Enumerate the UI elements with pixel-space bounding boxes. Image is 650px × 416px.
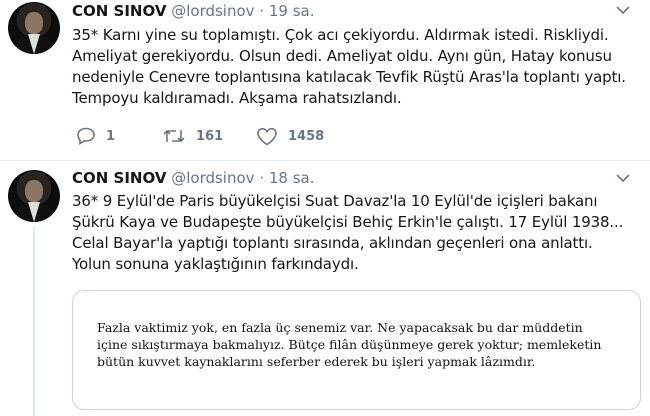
retweet-button[interactable]: 161 [162,127,223,145]
tweet-text: 35* Karnı yine su toplamıştı. Çok acı çe… [72,26,626,107]
avatar[interactable] [8,2,60,54]
tweet-header: CON SINOV @lordsinov · 18 sa. [72,168,315,188]
tweet-text: 36* 9 Eylül'de Paris büyükelçisi Suat Da… [72,192,624,273]
quote-text: Fazla vaktimiz yok, en fazla üç senemiz … [97,320,602,369]
display-name[interactable]: CON SINOV [72,169,166,187]
reply-button[interactable]: 1 [76,127,115,145]
retweet-count: 161 [196,128,224,144]
avatar-face [25,180,43,202]
avatar-face [25,12,43,34]
chevron-down-icon[interactable] [616,172,630,186]
chevron-down-icon[interactable] [616,4,630,18]
user-handle[interactable]: @lordsinov [171,2,254,20]
reply-count: 1 [106,128,116,144]
user-handle[interactable]: @lordsinov [171,169,254,187]
separator-dot: · [259,169,265,187]
tweet-divider [0,160,650,161]
display-name[interactable]: CON SINOV [72,2,166,20]
like-count: 1458 [288,129,325,144]
timestamp[interactable]: 19 sa. [269,2,315,20]
thread-line [33,226,35,416]
retweet-icon [162,127,186,145]
timestamp[interactable]: 18 sa. [269,169,315,187]
like-icon [256,127,278,146]
tweet-header: CON SINOV @lordsinov · 19 sa. [72,1,315,21]
avatar[interactable] [8,170,60,222]
separator-dot: · [259,2,265,20]
quote-card[interactable]: Fazla vaktimiz yok, en fazla üç senemiz … [72,290,641,410]
reply-icon [76,127,96,145]
like-button[interactable]: 1458 [256,127,324,146]
